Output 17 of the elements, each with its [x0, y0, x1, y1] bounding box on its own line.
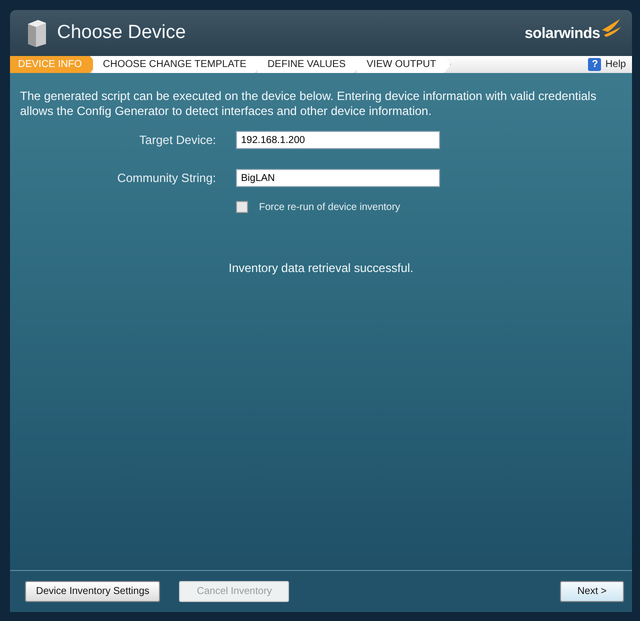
- help-link[interactable]: Help: [605, 59, 626, 70]
- server-box-icon: [26, 18, 48, 48]
- input-field[interactable]: BigLAN: [236, 169, 440, 187]
- status-message: Inventory data retrieval successful.: [228, 261, 414, 275]
- help-icon[interactable]: ?: [588, 58, 602, 71]
- checkbox[interactable]: [236, 201, 248, 213]
- flame-logo-icon: [600, 18, 622, 38]
- checkbox-label[interactable]: Force re-run of device inventory: [259, 202, 400, 212]
- field-label: Target Device:: [138, 133, 216, 147]
- wizard-step[interactable]: VIEW OUTPUT: [356, 56, 452, 73]
- next-button[interactable]: Next >: [560, 581, 624, 602]
- action-button[interactable]: Device Inventory Settings: [25, 581, 160, 602]
- intro-text: The generated script can be executed on the device below. Entering device information with valid credentials allows the Config Generator to detect interfaces and other device information.: [20, 89, 598, 119]
- window-title: Choose Device: [57, 22, 186, 44]
- field-label: Community String:: [116, 171, 216, 185]
- input-field[interactable]: 192.168.1.200: [236, 131, 440, 149]
- brand-logo-text: solarwinds: [524, 24, 600, 42]
